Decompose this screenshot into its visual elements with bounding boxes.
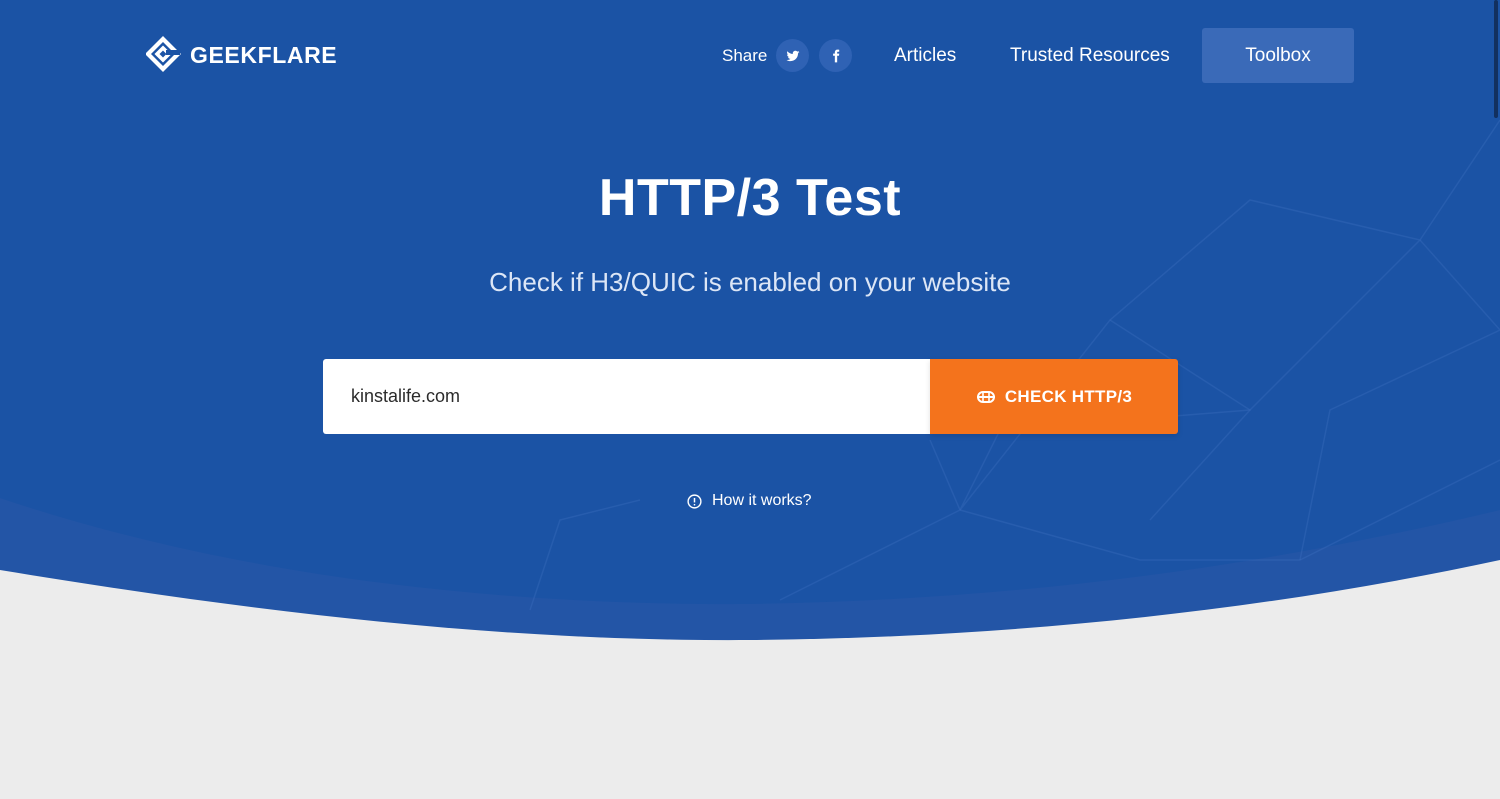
info-icon [687, 493, 702, 509]
page-subtitle: Check if H3/QUIC is enabled on your webs… [489, 267, 1011, 297]
nav-trusted-resources[interactable]: Trusted Resources [1010, 45, 1170, 67]
facebook-share-button[interactable] [819, 39, 852, 72]
toolbox-button[interactable]: Toolbox [1202, 28, 1354, 83]
logo-text: GEEKFLARE [190, 41, 338, 68]
url-input[interactable] [323, 359, 931, 434]
nav-articles[interactable]: Articles [894, 45, 956, 67]
facebook-icon [832, 49, 839, 62]
check-http3-button[interactable]: CHECK HTTP/3 [930, 359, 1178, 434]
page-title: HTTP/3 Test [598, 169, 902, 227]
share-label: Share [722, 46, 768, 65]
twitter-icon [786, 50, 799, 61]
twitter-share-button[interactable] [776, 39, 809, 72]
page-scrollbar[interactable] [1492, 0, 1500, 120]
scrollbar-thumb[interactable] [1494, 0, 1498, 118]
rocket-icon [976, 390, 995, 403]
how-it-works-label: How it works? [712, 492, 812, 509]
how-it-works-link[interactable]: How it works? [687, 492, 812, 510]
geekflare-logo[interactable]: GEEKFLARE [146, 36, 337, 74]
logo-icon [146, 36, 181, 72]
check-http3-label: CHECK HTTP/3 [1004, 386, 1133, 406]
